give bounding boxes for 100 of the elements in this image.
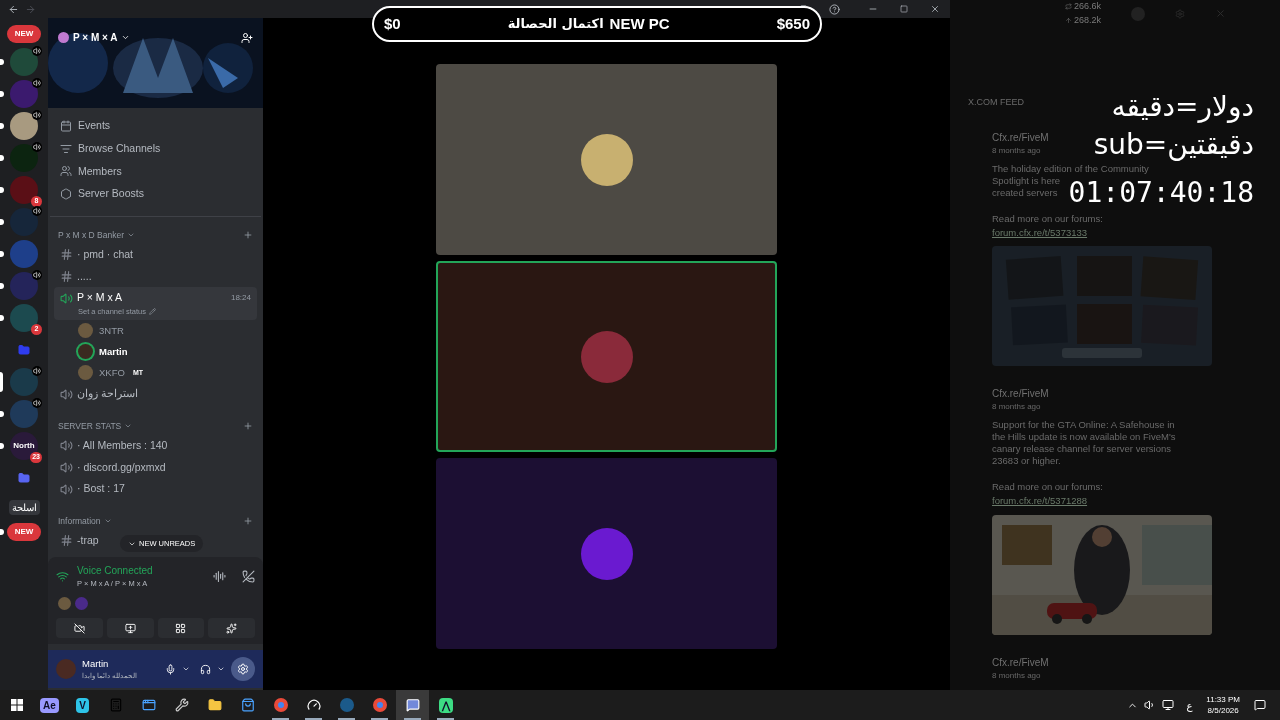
speaker-icon [60,387,73,401]
speaker-icon [60,291,73,305]
voice-action-button[interactable] [157,618,205,639]
new-badge: NEW [6,25,42,43]
chat-app-icon [405,698,420,712]
browser-icon [372,698,387,712]
arrow-icon [1065,16,1072,24]
category-name[interactable]: SERVER STATS [58,420,122,433]
channel-item[interactable]: · All Members : 140 [54,434,174,457]
server-name[interactable]: P × M × A [73,30,118,45]
overlay-text: sub=دقيقتين [1093,127,1254,163]
gauge-icon [306,698,321,712]
camera-off-icon [73,622,85,634]
channel-item[interactable]: استراحة زوان [54,383,144,405]
category-name[interactable]: P x M x D Banker [58,229,124,242]
add-channel-icon[interactable] [243,516,253,527]
microphone-icon[interactable] [165,663,176,675]
folder-label: اسلحة [8,499,40,515]
taskbar-app[interactable]: ⋀ [429,690,462,720]
notifications-icon[interactable] [1254,699,1266,711]
app-logo: Ae [40,697,59,713]
post-link[interactable]: forum.cfx.re/t/5373133 [992,225,1088,240]
channel-name: · discord.gg/pxmxd [77,459,166,475]
browser-icon [273,698,288,712]
back-icon[interactable] [8,3,19,15]
soundwave-icon[interactable] [213,569,226,583]
help-icon[interactable] [829,3,840,15]
app-logo: ⋀ [438,697,453,713]
clock[interactable]: 11:33 PM 8/5/2026 [1206,694,1240,716]
server-menu-item[interactable]: Browse Channels [60,140,251,157]
channel-item[interactable]: · discord.gg/pxmxd [54,456,172,479]
video-tile[interactable] [436,261,777,452]
post-author: Cfx.re/FiveM [992,387,1049,401]
server-menu-item[interactable]: Events [60,118,251,134]
post-link[interactable]: forum.cfx.re/t/5371288 [992,494,1088,509]
voice-action-button[interactable] [208,618,255,639]
post-time: 8 months ago [992,669,1041,682]
grid-icon [175,622,187,634]
chevron-icon[interactable] [182,665,190,673]
channel-name: · Bost : 17 [77,481,125,497]
user-name: Martin [82,656,110,671]
channel-name: استراحة زوان [77,386,138,402]
voice-status: Voice Connected [77,564,153,578]
add-channel-icon[interactable] [243,421,253,432]
disconnect-icon[interactable] [242,569,255,583]
post-author: Cfx.re/FiveM [992,655,1049,670]
server-icon[interactable] [10,176,38,204]
folder-icon[interactable] [18,472,30,484]
sparkles-icon [226,622,238,634]
close-icon[interactable] [930,4,940,14]
people-icon [60,165,72,178]
chevron-icon[interactable] [121,33,131,42]
channel-item[interactable]: -trap [54,529,105,552]
invite-icon[interactable] [241,31,253,44]
channel-item[interactable]: · Bost : 17 [54,478,131,500]
calendar-icon [60,119,72,132]
goal-subtitle: NEW PC [609,13,670,34]
member-name: XKFO [99,365,125,380]
maximize-icon[interactable] [900,5,908,13]
post-text: the Hills update is now available on FiveM's [992,431,1176,443]
user-avatar [75,597,88,611]
chevron-icon[interactable] [217,665,225,673]
server-icon[interactable] [10,112,38,140]
voice-action-button[interactable] [56,618,103,639]
window-icon [141,698,156,712]
timer: 01:07:40:18 [1068,178,1254,208]
channel-name: -trap [77,532,99,548]
member-name: 3NTR [99,323,124,338]
stat-count: 268.2k [1074,13,1102,27]
taskbar-app[interactable] [396,690,429,720]
list-icon [60,142,72,155]
channel-name: P × M x A [77,290,123,306]
member-name: Martin [99,344,128,359]
video-tile[interactable] [436,458,777,649]
server-menu-item[interactable]: Server Boosts [60,186,251,202]
category-name[interactable]: Information [58,515,101,528]
post-text: Support for the GTA Online: A Safehouse in [992,419,1175,431]
screen-share-icon [124,622,136,634]
post-text: The holiday edition of the Community [992,162,1149,175]
feed-title: X.COM FEED [968,96,1024,109]
voice-action-button[interactable] [106,618,154,639]
taskbar-app[interactable]: Ae [33,690,66,720]
hexagon-icon [60,188,72,201]
server-menu-item[interactable]: Members [60,163,251,180]
goal-start: $0 [384,13,401,34]
user-avatar [58,597,71,611]
network-icon[interactable] [1162,699,1175,711]
language-indicator[interactable]: ع [1186,697,1193,713]
bag-icon [240,698,255,712]
video-tile[interactable] [436,64,777,255]
post-author: Cfx.re/FiveM [992,130,1049,145]
channel-item[interactable]: ..... [54,265,98,288]
settings-button[interactable] [231,657,255,681]
channel-item[interactable]: · pmd · chat [54,243,140,266]
hash-icon [60,269,73,283]
headphones-icon[interactable] [200,663,211,675]
add-channel-icon[interactable] [243,230,253,241]
taskbar-app[interactable]: V [66,690,99,720]
speaker-icon [60,460,73,474]
server-icon[interactable] [10,304,38,332]
